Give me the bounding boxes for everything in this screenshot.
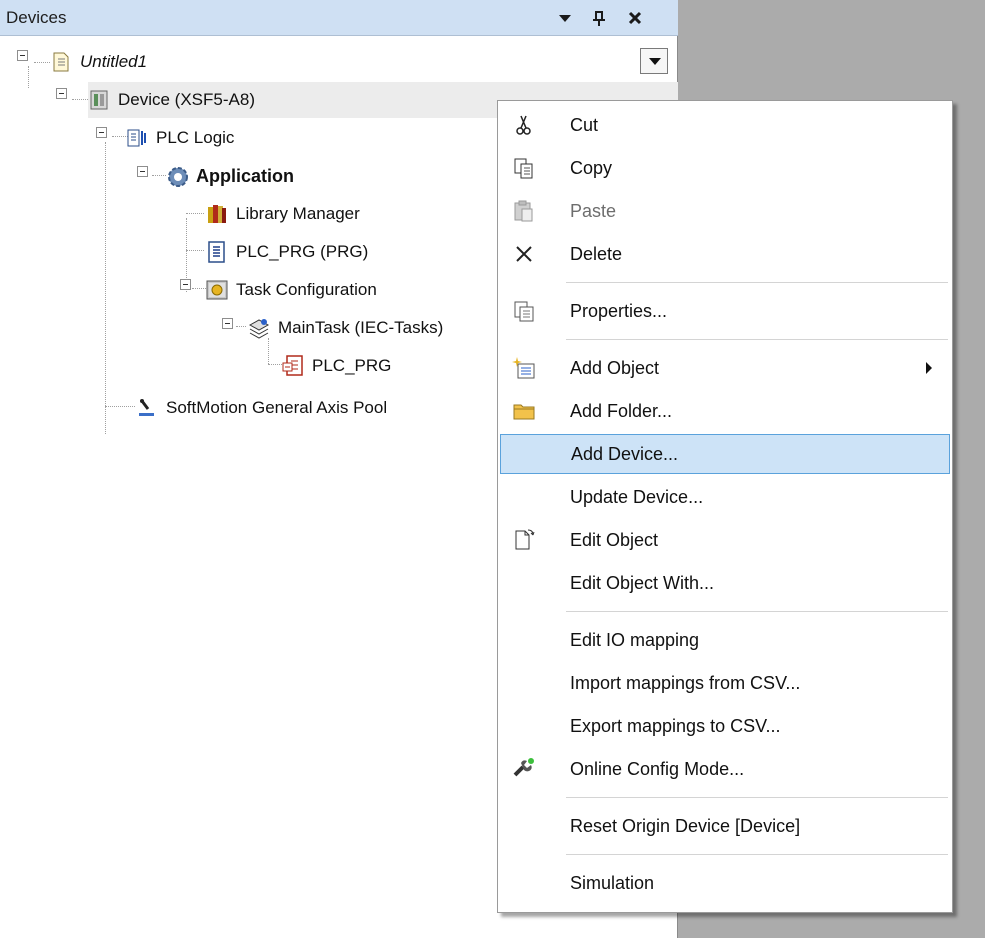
menu-item-add-folder[interactable]: Add Folder... [500, 391, 950, 431]
folder-icon [512, 399, 536, 423]
menu-item-simulation[interactable]: Simulation [500, 863, 950, 903]
tree-item-label: PLC_PRG (PRG) [236, 242, 369, 261]
tree-item-label: Device (XSF5-A8) [118, 90, 255, 109]
paste-icon [512, 199, 536, 223]
tree-item-task-configuration[interactable]: Task Configuration [206, 272, 377, 308]
tree-item-library-manager[interactable]: Library Manager [206, 196, 360, 232]
expander-project[interactable] [17, 50, 28, 61]
menu-item-edit-object[interactable]: Edit Object [500, 520, 950, 560]
pou-document-icon [206, 241, 228, 263]
expander-task-configuration[interactable] [180, 279, 191, 290]
context-menu: Cut Copy Paste Delete Properties... Add … [497, 100, 953, 913]
menu-item-delete[interactable]: Delete [500, 234, 950, 274]
wrench-icon [512, 757, 536, 781]
tree-item-application[interactable]: Application [166, 158, 294, 194]
tree-item-label: Application [196, 165, 294, 186]
tree-item-label: PLC Logic [156, 128, 235, 147]
menu-item-copy[interactable]: Copy [500, 148, 950, 188]
menu-item-add-object[interactable]: Add Object [500, 348, 950, 388]
menu-item-reset-origin-device[interactable]: Reset Origin Device [Device] [500, 806, 950, 846]
menu-item-update-device[interactable]: Update Device... [500, 477, 950, 517]
menu-item-import-mappings[interactable]: Import mappings from CSV... [500, 663, 950, 703]
tree-item-label: Task Configuration [236, 280, 377, 299]
panel-title: Devices [6, 8, 67, 27]
device-icon [88, 89, 110, 111]
tree-item-label: Untitled1 [80, 52, 148, 71]
tree-item-label: PLC_PRG [312, 356, 392, 375]
tree-item-label: Library Manager [236, 204, 360, 223]
expander-application[interactable] [137, 166, 148, 177]
menu-item-paste[interactable]: Paste [500, 191, 950, 231]
panel-header: Devices [0, 0, 678, 36]
axis-pool-icon [136, 397, 158, 419]
task-stack-icon [248, 317, 270, 339]
tree-item-main-task[interactable]: MainTask (IEC-Tasks) [248, 310, 443, 346]
plc-logic-icon [126, 127, 148, 149]
tree-item-plc-prg-call[interactable]: PLC_PRG [282, 348, 391, 384]
tree-item-label: MainTask (IEC-Tasks) [278, 318, 444, 337]
menu-item-add-device[interactable]: Add Device... [500, 434, 950, 474]
gear-icon [166, 165, 188, 187]
task-configuration-icon [206, 279, 228, 301]
expander-device[interactable] [56, 88, 67, 99]
edit-object-icon [512, 528, 536, 552]
menu-item-edit-io-mapping[interactable]: Edit IO mapping [500, 620, 950, 660]
expander-plc-logic[interactable] [96, 127, 107, 138]
submenu-arrow-icon [926, 362, 932, 374]
tree-item-plc-prg-pou[interactable]: PLC_PRG (PRG) [206, 234, 368, 270]
menu-item-edit-object-with[interactable]: Edit Object With... [500, 563, 950, 603]
add-object-icon [512, 356, 536, 380]
menu-item-cut[interactable]: Cut [500, 105, 950, 145]
project-icon [50, 51, 72, 73]
program-call-icon [282, 355, 304, 377]
tree-item-label: SoftMotion General Axis Pool [166, 398, 388, 417]
library-books-icon [206, 203, 228, 225]
pin-icon[interactable] [588, 6, 610, 30]
tree-item-project[interactable]: Untitled1 [50, 44, 147, 80]
tree-item-plc-logic[interactable]: PLC Logic [126, 120, 234, 156]
close-icon[interactable] [624, 6, 646, 30]
scissors-icon [512, 113, 536, 137]
properties-icon [512, 299, 536, 323]
dropdown-arrow-icon[interactable] [554, 6, 576, 30]
tree-item-axis-pool[interactable]: SoftMotion General Axis Pool [136, 390, 387, 426]
expander-main-task[interactable] [222, 318, 233, 329]
copy-icon [512, 156, 536, 180]
menu-item-properties[interactable]: Properties... [500, 291, 950, 331]
menu-item-export-mappings[interactable]: Export mappings to CSV... [500, 706, 950, 746]
delete-x-icon [512, 242, 536, 266]
menu-item-online-config-mode[interactable]: Online Config Mode... [500, 749, 950, 789]
